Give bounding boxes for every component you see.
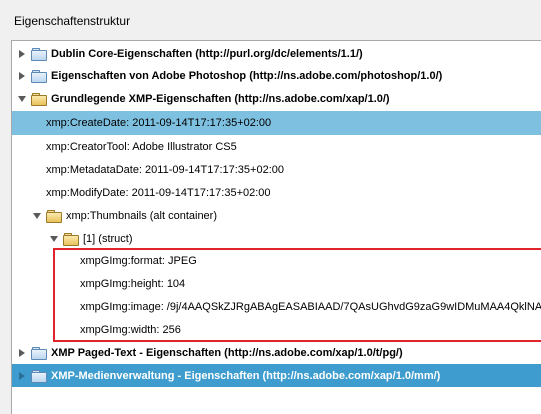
tree-leaf-label: xmp:CreateDate: 2011-09-14T17:17:35+02:0… bbox=[46, 117, 272, 129]
tree-node-label: Eigenschaften von Adobe Photoshop (http:… bbox=[51, 70, 443, 82]
tree-leaf-label: xmpGImg:image: /9j/4AAQSkZJRgABAgEASABIA… bbox=[80, 301, 541, 313]
tree-leaf-creator-tool[interactable]: xmp:CreatorTool: Adobe Illustrator CS5 bbox=[12, 136, 541, 158]
tree-node-paged-text[interactable]: XMP Paged-Text - Eigenschaften (http://n… bbox=[12, 342, 541, 364]
tree-leaf-format[interactable]: xmpGImg:format: JPEG bbox=[12, 250, 541, 272]
tree-node-dublin-core[interactable]: Dublin Core-Eigenschaften (http://purl.o… bbox=[12, 43, 541, 65]
tree-node-label: [1] (struct) bbox=[83, 233, 133, 245]
tree-leaf-label: xmp:CreatorTool: Adobe Illustrator CS5 bbox=[46, 141, 237, 153]
collapse-arrow-icon[interactable] bbox=[16, 93, 28, 105]
expand-arrow-icon[interactable] bbox=[16, 370, 28, 382]
panel-title: Eigenschaftenstruktur bbox=[14, 14, 131, 28]
tree-leaf-width[interactable]: xmpGImg:width: 256 bbox=[12, 319, 541, 341]
collapse-arrow-icon[interactable] bbox=[48, 233, 60, 245]
folder-icon bbox=[31, 347, 47, 360]
folder-icon bbox=[31, 369, 47, 383]
tree-node-label: XMP Paged-Text - Eigenschaften (http://n… bbox=[51, 347, 403, 359]
folder-open-icon bbox=[46, 210, 62, 223]
tree-node-xmp-basic[interactable]: Grundlegende XMP-Eigenschaften (http://n… bbox=[12, 88, 541, 110]
tree-node-label: Dublin Core-Eigenschaften (http://purl.o… bbox=[51, 48, 363, 60]
tree-node-label: xmp:Thumbnails (alt container) bbox=[66, 210, 218, 222]
tree-leaf-label: xmpGImg:width: 256 bbox=[80, 324, 181, 336]
tree-node-label: XMP-Medienverwaltung - Eigenschaften (ht… bbox=[51, 369, 441, 382]
tree-node-label: Grundlegende XMP-Eigenschaften (http://n… bbox=[51, 93, 390, 105]
tree-leaf-label: xmpGImg:height: 104 bbox=[80, 278, 186, 290]
tree-node-media-management[interactable]: XMP-Medienverwaltung - Eigenschaften (ht… bbox=[12, 364, 541, 387]
expand-arrow-icon[interactable] bbox=[16, 48, 28, 60]
tree-node-struct[interactable]: [1] (struct) bbox=[12, 228, 541, 250]
property-tree[interactable]: Dublin Core-Eigenschaften (http://purl.o… bbox=[11, 40, 541, 414]
folder-open-icon bbox=[31, 93, 47, 106]
tree-leaf-image[interactable]: xmpGImg:image: /9j/4AAQSkZJRgABAgEASABIA… bbox=[12, 296, 541, 318]
folder-icon bbox=[31, 48, 47, 61]
expand-arrow-icon[interactable] bbox=[16, 347, 28, 359]
folder-icon bbox=[31, 70, 47, 83]
tree-leaf-metadata-date[interactable]: xmp:MetadataDate: 2011-09-14T17:17:35+02… bbox=[12, 159, 541, 181]
tree-leaf-height[interactable]: xmpGImg:height: 104 bbox=[12, 273, 541, 295]
tree-leaf-label: xmp:ModifyDate: 2011-09-14T17:17:35+02:0… bbox=[46, 187, 271, 199]
collapse-arrow-icon[interactable] bbox=[31, 210, 43, 222]
tree-node-thumbnails[interactable]: xmp:Thumbnails (alt container) bbox=[12, 205, 541, 227]
tree-leaf-modify-date[interactable]: xmp:ModifyDate: 2011-09-14T17:17:35+02:0… bbox=[12, 182, 541, 204]
tree-node-photoshop[interactable]: Eigenschaften von Adobe Photoshop (http:… bbox=[12, 65, 541, 87]
folder-open-icon bbox=[63, 233, 79, 246]
tree-leaf-label: xmp:MetadataDate: 2011-09-14T17:17:35+02… bbox=[46, 164, 284, 176]
expand-arrow-icon[interactable] bbox=[16, 70, 28, 82]
tree-leaf-label: xmpGImg:format: JPEG bbox=[80, 255, 197, 267]
tree-leaf-create-date[interactable]: xmp:CreateDate: 2011-09-14T17:17:35+02:0… bbox=[12, 111, 541, 135]
